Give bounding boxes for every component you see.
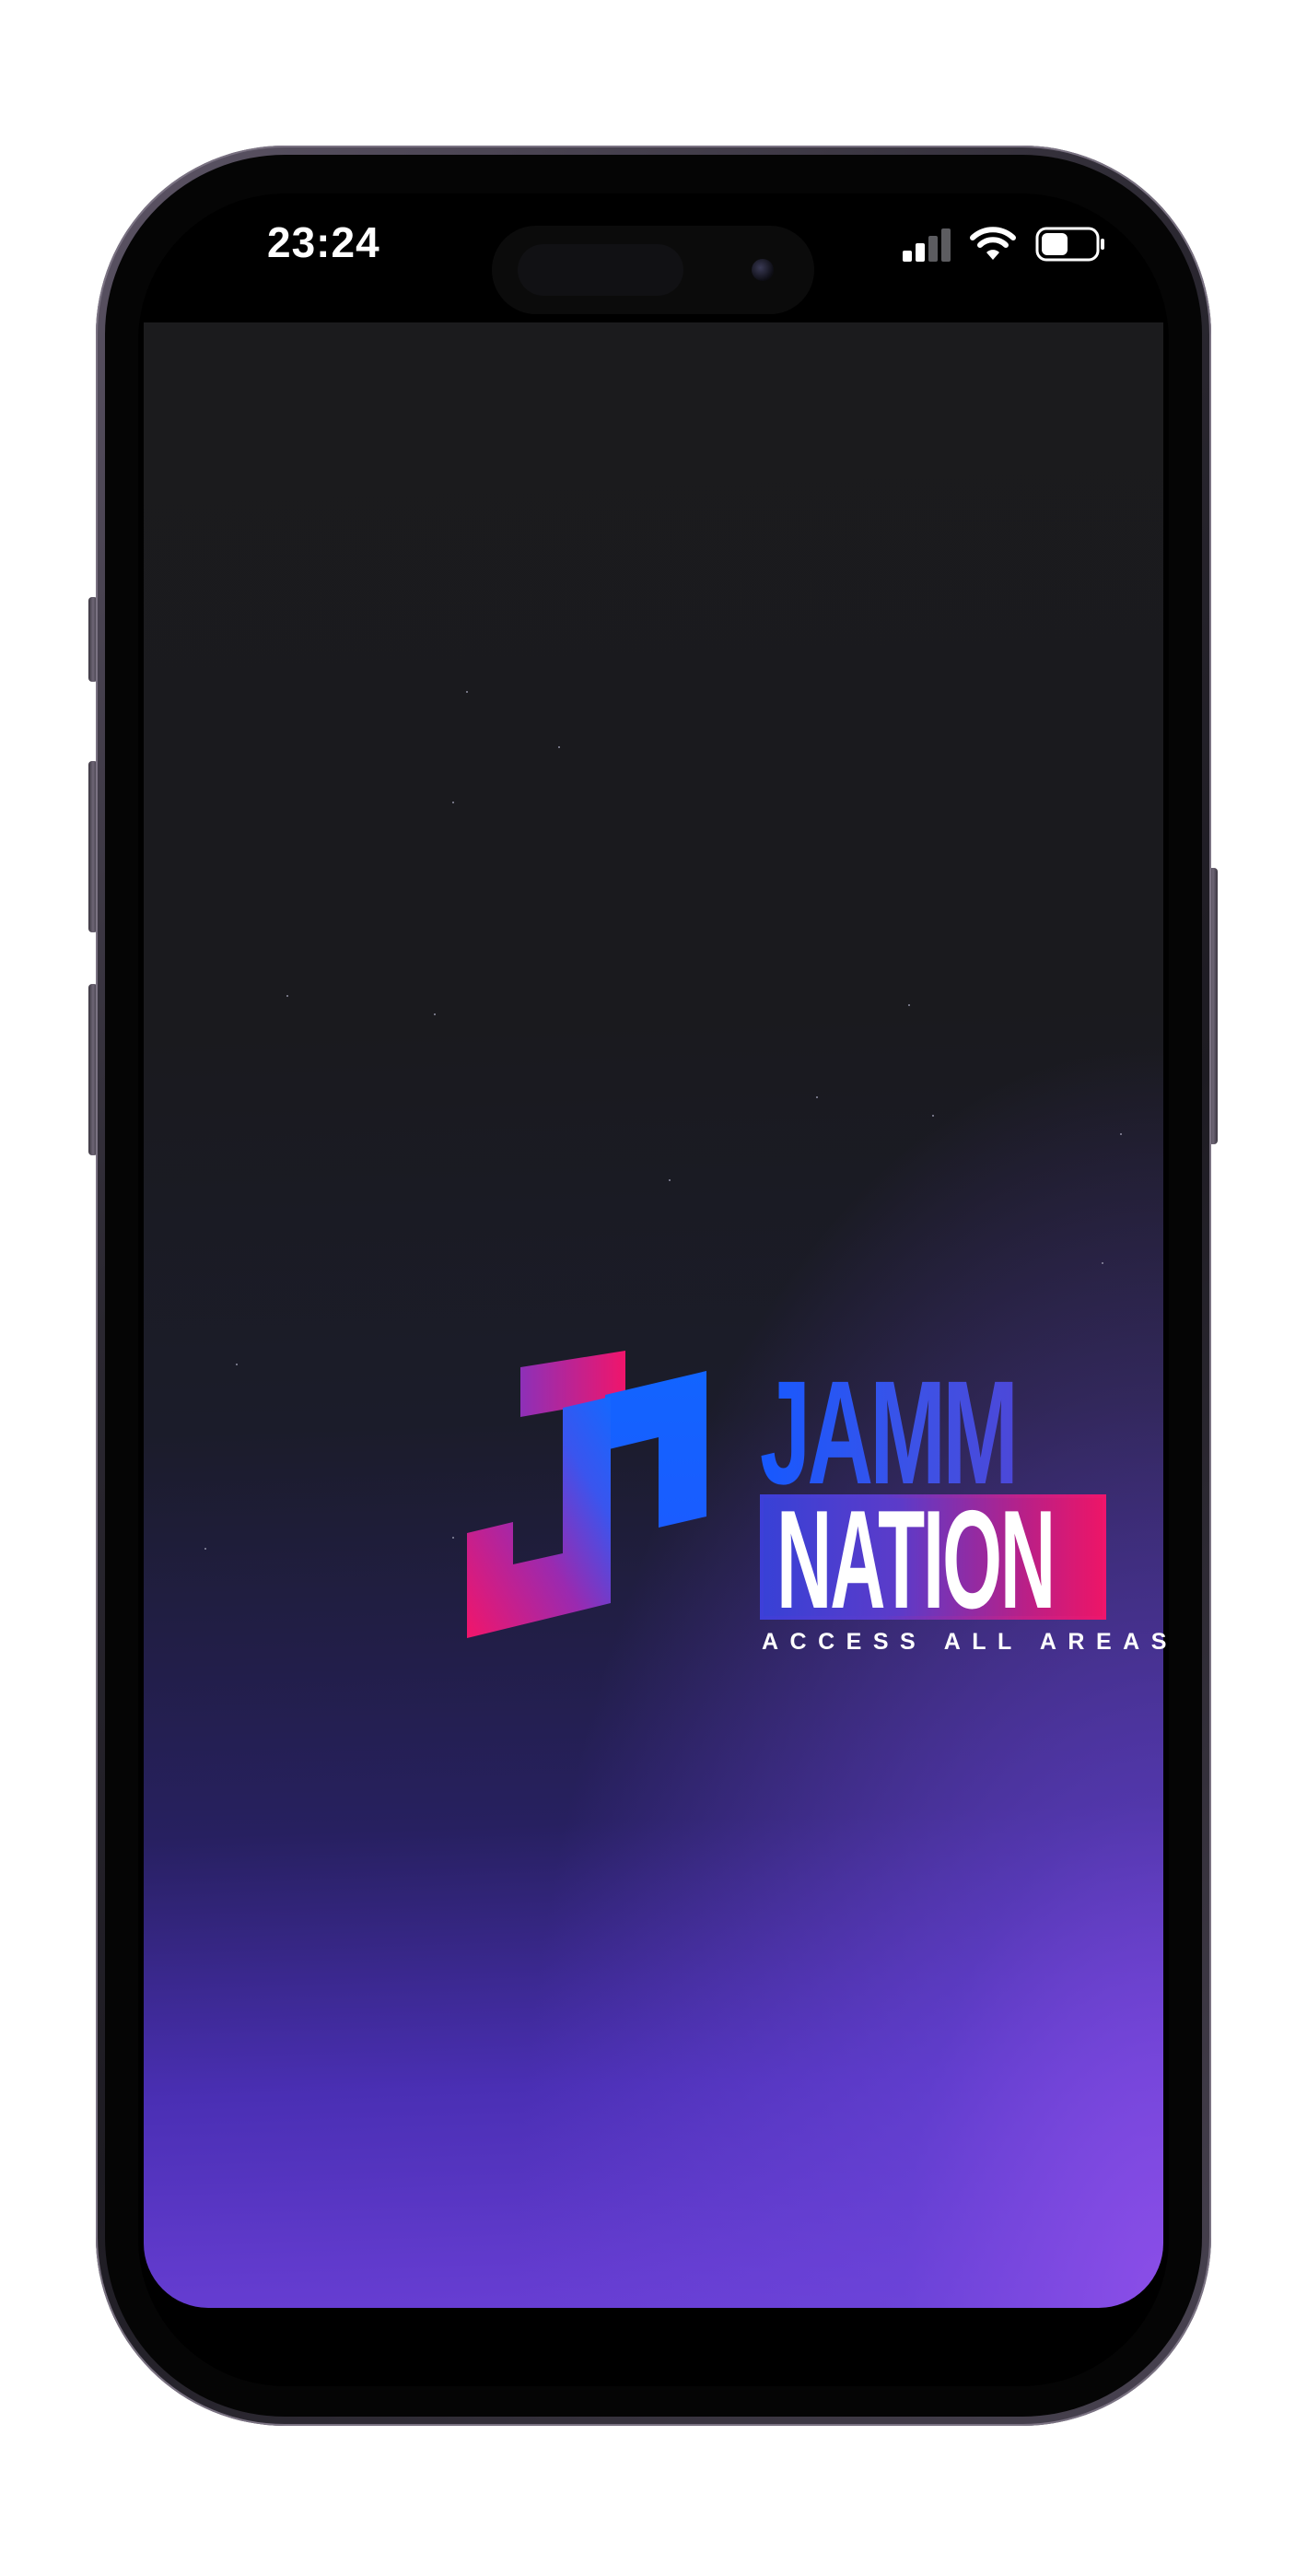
brand-tagline: ACCESS ALL AREAS	[762, 1629, 1169, 1655]
cellular-signal-icon	[903, 228, 951, 262]
splash-screen	[144, 322, 1163, 2308]
dynamic-island	[492, 226, 814, 314]
status-time: 23:24	[267, 218, 380, 266]
device-mockup: 23:24 JAMM NATION ACCESS ALL AREAS	[0, 0, 1307, 2576]
battery-icon	[1035, 227, 1104, 262]
island-sensor	[518, 244, 683, 296]
wifi-icon	[970, 227, 1016, 260]
front-camera-icon	[752, 259, 774, 281]
status-bar: 23:24	[138, 193, 1169, 322]
phone-screen: 23:24 JAMM NATION ACCESS ALL AREAS	[138, 193, 1169, 2386]
jamm-nation-logo-mark-icon	[467, 1351, 706, 1638]
brand-title-nation-background: NATION	[764, 1490, 1103, 1630]
brand-title-nation-box: NATION	[760, 1490, 1106, 1630]
brand-title-nation: NATION	[776, 1481, 1056, 1638]
jamm-nation-logo: JAMM NATION ACCESS ALL AREAS	[467, 1351, 1169, 1664]
